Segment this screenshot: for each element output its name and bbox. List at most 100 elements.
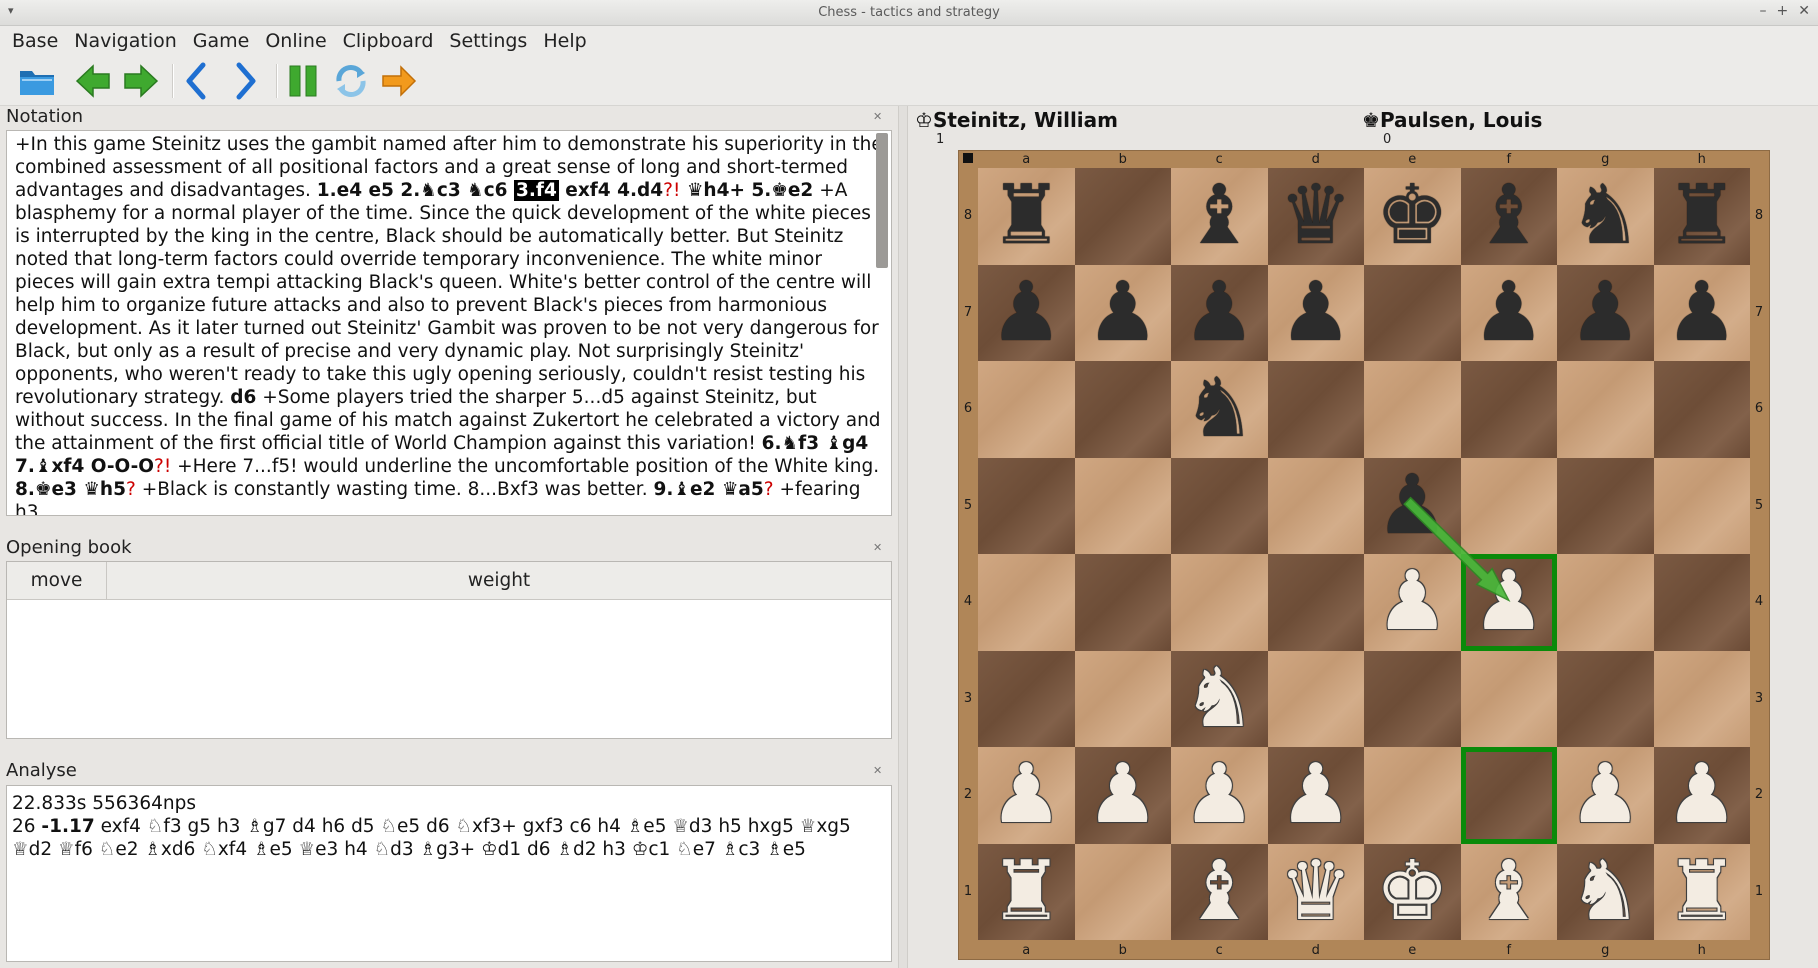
menu-online[interactable]: Online [257, 30, 334, 52]
white-pawn-icon[interactable]: ♟ [1654, 747, 1751, 844]
square-f7[interactable]: ♟ [1460, 264, 1558, 362]
square-f3[interactable] [1460, 650, 1557, 747]
white-bishop-icon[interactable]: ♝ [1171, 844, 1268, 941]
move-text[interactable]: 9.♝e2 ♛a5 [653, 479, 763, 500]
black-king-icon[interactable]: ♚ [1364, 168, 1461, 265]
square-d7[interactable]: ♟ [1267, 264, 1364, 361]
white-knight-icon[interactable]: ♞ [1557, 844, 1654, 941]
black-pawn-icon[interactable]: ♟ [978, 265, 1075, 362]
move-text[interactable]: 1.e4 e5 2.♞c3 ♞c6 [317, 180, 514, 201]
square-b8[interactable] [1074, 168, 1171, 265]
white-pawn-icon[interactable]: ♟ [1268, 747, 1365, 844]
menu-settings[interactable]: Settings [441, 30, 535, 52]
square-f6[interactable] [1460, 361, 1557, 458]
black-pawn-icon[interactable]: ♟ [1364, 458, 1461, 555]
black-queen-icon[interactable]: ♛ [1268, 168, 1365, 265]
black-pawn-icon[interactable]: ♟ [1075, 265, 1172, 362]
square-d4[interactable] [1267, 554, 1364, 651]
black-bishop-icon[interactable]: ♝ [1461, 168, 1558, 265]
square-c7[interactable]: ♟ [1171, 264, 1268, 362]
square-g6[interactable] [1557, 361, 1654, 458]
maximize-button[interactable]: + [1777, 3, 1789, 19]
white-rook-icon[interactable]: ♜ [1654, 844, 1751, 941]
square-h1[interactable]: ♜ [1653, 843, 1751, 941]
square-g4[interactable] [1557, 554, 1654, 651]
square-h7[interactable]: ♟ [1653, 264, 1751, 362]
notation-text[interactable]: +In this game Steinitz uses the gambit n… [6, 130, 892, 516]
black-rook-icon[interactable]: ♜ [1654, 168, 1751, 265]
black-bishop-icon[interactable]: ♝ [1171, 168, 1268, 265]
black-knight-icon[interactable]: ♞ [1557, 168, 1654, 265]
square-d5[interactable] [1267, 457, 1364, 554]
square-g7[interactable]: ♟ [1557, 264, 1654, 361]
chess-board[interactable]: ♜ ♝ ♛ ♚ ♝ ♞ ♜ ♟ ♟ ♟ ♟ ♟ ♟ ♟ ♞ ♟ ♟ ♟ ♞ ♟ ♟ ♟ ♟ ♟ ♟ ♜ ♝ ♛ ♚ ♝ ♞ ♜ [978, 168, 1750, 940]
square-e5[interactable]: ♟ [1364, 457, 1461, 555]
annotation-mark[interactable]: ? [126, 479, 136, 500]
square-f4[interactable]: ♟ [1460, 554, 1558, 651]
minimize-button[interactable]: – [1760, 3, 1767, 19]
square-a8[interactable]: ♜ [978, 168, 1075, 265]
previous-move-button[interactable] [176, 60, 218, 102]
white-king-icon[interactable]: ♚ [1364, 844, 1461, 941]
square-b5[interactable] [1074, 457, 1171, 554]
white-pawn-icon[interactable]: ♟ [1461, 554, 1558, 651]
white-rook-icon[interactable]: ♜ [978, 844, 1075, 941]
square-d1[interactable]: ♛ [1267, 843, 1364, 940]
black-pawn-icon[interactable]: ♟ [1461, 265, 1558, 362]
square-g5[interactable] [1557, 457, 1654, 554]
square-f1[interactable]: ♝ [1460, 843, 1558, 941]
square-b4[interactable] [1074, 554, 1171, 651]
square-e6[interactable] [1364, 361, 1461, 458]
square-e3[interactable] [1364, 650, 1461, 747]
square-a2[interactable]: ♟ [978, 747, 1075, 844]
square-h8[interactable]: ♜ [1653, 168, 1751, 265]
menu-clipboard[interactable]: Clipboard [335, 30, 442, 52]
refresh-button[interactable] [330, 60, 372, 102]
black-pawn-icon[interactable]: ♟ [1171, 265, 1268, 362]
black-pawn-icon[interactable]: ♟ [1654, 265, 1751, 362]
move-text[interactable]: ♛h4+ 5.♚e2 [680, 180, 813, 201]
column-header-move[interactable]: move [7, 562, 107, 600]
white-pawn-icon[interactable]: ♟ [1075, 747, 1172, 844]
square-b6[interactable] [1074, 361, 1171, 458]
square-c1[interactable]: ♝ [1171, 843, 1268, 941]
square-a5[interactable] [978, 457, 1075, 554]
black-rook-icon[interactable]: ♜ [978, 168, 1075, 265]
square-d2[interactable]: ♟ [1267, 747, 1365, 844]
square-c6[interactable]: ♞ [1171, 361, 1268, 458]
white-knight-icon[interactable]: ♞ [1171, 651, 1268, 748]
square-e4[interactable]: ♟ [1364, 554, 1461, 651]
annotation-mark[interactable]: ? [764, 479, 774, 500]
white-bishop-icon[interactable]: ♝ [1461, 844, 1558, 941]
square-a6[interactable] [978, 361, 1075, 458]
opening-book-table[interactable]: move weight [6, 561, 892, 739]
square-a3[interactable] [978, 650, 1075, 747]
notation-close-icon[interactable]: ✕ [873, 110, 882, 123]
go-button[interactable] [378, 60, 420, 102]
move-text[interactable]: exf4 4.d4 [559, 180, 663, 201]
black-knight-icon[interactable]: ♞ [1171, 361, 1268, 458]
square-b2[interactable]: ♟ [1074, 747, 1172, 844]
square-h4[interactable] [1653, 554, 1750, 651]
menu-game[interactable]: Game [185, 30, 258, 52]
white-pawn-icon[interactable]: ♟ [1364, 554, 1461, 651]
square-a4[interactable] [978, 554, 1075, 651]
open-folder-button[interactable] [16, 60, 58, 102]
menu-help[interactable]: Help [535, 30, 594, 52]
square-e8[interactable]: ♚ [1364, 168, 1461, 265]
square-e1[interactable]: ♚ [1364, 843, 1461, 941]
white-pawn-icon[interactable]: ♟ [1557, 747, 1654, 844]
square-d6[interactable] [1267, 361, 1364, 458]
menu-base[interactable]: Base [4, 30, 66, 52]
square-g8[interactable]: ♞ [1557, 168, 1654, 265]
opening-book-close-icon[interactable]: ✕ [873, 541, 882, 554]
column-header-weight[interactable]: weight [107, 562, 891, 600]
square-g3[interactable] [1557, 650, 1654, 747]
next-move-button[interactable] [224, 60, 266, 102]
square-b1[interactable] [1074, 843, 1171, 940]
square-e7[interactable] [1364, 264, 1461, 361]
square-a1[interactable]: ♜ [978, 843, 1075, 941]
square-d8[interactable]: ♛ [1267, 168, 1365, 265]
close-button[interactable]: ✕ [1798, 3, 1810, 19]
white-pawn-icon[interactable]: ♟ [978, 747, 1075, 844]
